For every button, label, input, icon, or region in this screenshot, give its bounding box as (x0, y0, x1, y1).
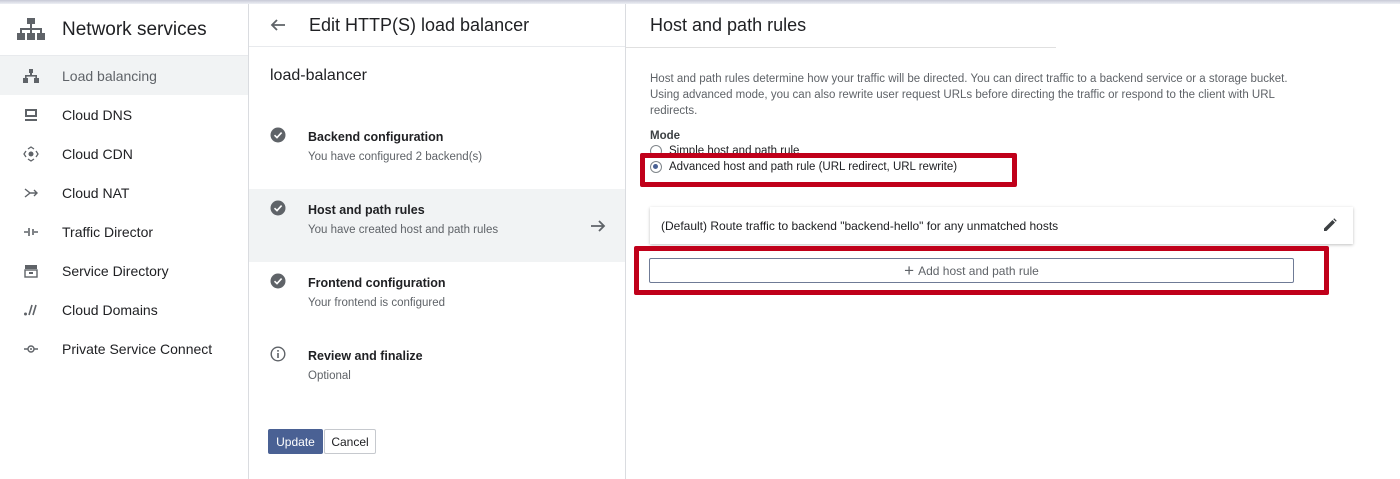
default-rule-row[interactable]: (Default) Route traffic to backend "back… (650, 207, 1353, 244)
step-title: Frontend configuration (308, 276, 446, 290)
sidebar-item-label: Load balancing (62, 67, 157, 84)
sidebar-item-load-balancing[interactable]: Load balancing (0, 56, 248, 95)
sidebar-item-label: Private Service Connect (62, 340, 213, 357)
mode-option-label: Simple host and path rule (669, 145, 800, 157)
radio-simple[interactable] (650, 145, 662, 157)
load-balancing-icon (22, 67, 40, 85)
pencil-edit-icon[interactable] (1323, 218, 1337, 232)
host-path-rules-panel: Host and path rules Host and path rules … (626, 4, 1400, 479)
editor-column: Edit HTTP(S) load balancer load-balancer… (249, 4, 626, 479)
mode-option-simple[interactable]: Simple host and path rule (650, 145, 799, 157)
load-balancer-name: load-balancer (270, 67, 367, 84)
traffic-director-icon (22, 223, 40, 241)
sidebar-item-label: Traffic Director (62, 223, 154, 240)
sidebar-item-cloud-dns[interactable]: Cloud DNS (0, 95, 248, 134)
panel-description: Host and path rules determine how your t… (650, 73, 1288, 117)
step-frontend-configuration[interactable]: Frontend configuration Your frontend is … (249, 262, 625, 335)
add-rule-label: Add host and path rule (918, 263, 1039, 278)
sidebar-item-traffic-director[interactable]: Traffic Director (0, 212, 248, 251)
check-circle-icon (270, 200, 286, 216)
step-review-and-finalize[interactable]: Review and finalize Optional (249, 335, 625, 408)
sidebar-item-label: Cloud DNS (62, 106, 133, 123)
step-host-and-path-rules[interactable]: Host and path rules You have created hos… (249, 189, 625, 262)
panel-title: Host and path rules (650, 15, 807, 35)
sidebar-header: Network services (0, 4, 248, 56)
plus-icon: + (904, 261, 915, 280)
sidebar-title: Network services (62, 18, 207, 40)
cloud-domains-icon (22, 301, 40, 319)
private-service-connect-icon (22, 340, 40, 358)
step-subtitle: Your frontend is configured (308, 297, 446, 309)
editor-header: Edit HTTP(S) load balancer (249, 4, 625, 47)
sidebar-nav: Load balancing Cloud DNS Cloud CDN Cloud… (0, 56, 248, 368)
cloud-dns-icon (22, 106, 40, 124)
step-subtitle: You have created host and path rules (308, 224, 499, 236)
mode-label: Mode (650, 130, 681, 142)
check-circle-icon (270, 127, 286, 143)
info-icon (270, 346, 286, 362)
arrow-right-icon[interactable] (589, 217, 607, 235)
step-subtitle: Optional (308, 370, 351, 382)
network-services-icon (17, 17, 45, 40)
sidebar-item-label: Cloud NAT (62, 184, 130, 201)
sidebar-item-label: Service Directory (62, 262, 169, 279)
step-title: Backend configuration (308, 130, 444, 144)
sidebar-item-cloud-cdn[interactable]: Cloud CDN (0, 134, 248, 173)
update-button[interactable]: Update (268, 429, 323, 454)
sidebar-item-service-directory[interactable]: Service Directory (0, 251, 248, 290)
sidebar-item-label: Cloud Domains (62, 301, 158, 318)
step-backend-configuration[interactable]: Backend configuration You have configure… (249, 116, 625, 189)
back-arrow-icon[interactable] (267, 14, 289, 36)
panel-header: Host and path rules (626, 4, 1056, 48)
step-title: Host and path rules (308, 203, 425, 217)
step-subtitle: You have configured 2 backend(s) (308, 151, 483, 163)
check-circle-icon (270, 273, 286, 289)
cancel-button[interactable]: Cancel (324, 429, 376, 454)
add-host-path-rule-button[interactable]: + Add host and path rule (649, 258, 1294, 283)
sidebar: Network services Load balancing Cloud DN… (0, 4, 249, 479)
step-title: Review and finalize (308, 349, 423, 363)
sidebar-item-cloud-domains[interactable]: Cloud Domains (0, 290, 248, 329)
editor-title: Edit HTTP(S) load balancer (309, 14, 530, 35)
radio-advanced[interactable] (650, 161, 662, 173)
mode-option-label: Advanced host and path rule (URL redirec… (669, 161, 958, 173)
default-rule-text: (Default) Route traffic to backend "back… (661, 218, 1059, 233)
cloud-cdn-icon (22, 145, 40, 163)
cloud-nat-icon (22, 184, 40, 202)
service-directory-icon (22, 262, 40, 280)
sidebar-item-cloud-nat[interactable]: Cloud NAT (0, 173, 248, 212)
sidebar-item-label: Cloud CDN (62, 145, 133, 162)
mode-option-advanced[interactable]: Advanced host and path rule (URL redirec… (650, 161, 957, 173)
sidebar-item-private-service-connect[interactable]: Private Service Connect (0, 329, 248, 368)
